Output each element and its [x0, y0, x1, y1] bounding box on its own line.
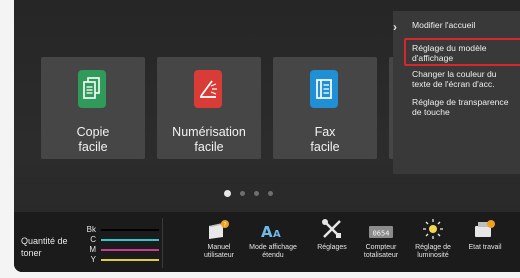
svg-text:?: ?	[223, 222, 226, 229]
bottom-item-label: Compteur totalisateur	[363, 244, 399, 259]
svg-text:0654: 0654	[373, 230, 390, 238]
chevron-right-icon[interactable]: ›	[393, 20, 397, 34]
toner-name: Bk	[86, 225, 96, 234]
toner-row-m: M	[84, 245, 159, 254]
menu-item-display-pattern[interactable]: Réglage du modèle d'affichage	[412, 43, 487, 63]
enlarged-display-button[interactable]: A A Mode affichage étendu	[246, 216, 300, 270]
svg-text:A: A	[273, 229, 281, 240]
toner-name: C	[90, 235, 96, 244]
brightness-icon	[406, 216, 460, 240]
toner-bar-c	[101, 238, 159, 241]
menu-item-key-transparency[interactable]: Réglage de transparence de touche	[412, 97, 509, 117]
settings-button[interactable]: Réglages	[305, 216, 359, 270]
tile-easy-fax[interactable]: Fax facile	[273, 57, 377, 159]
tile-label: Copie facile	[76, 125, 110, 154]
counter-icon: 0654	[354, 216, 408, 240]
toner-quantity-label: Quantité de toner	[21, 236, 68, 258]
svg-text:A: A	[261, 223, 273, 240]
page-dot-2[interactable]	[240, 191, 245, 196]
enlarged-text-icon: A A	[246, 216, 300, 240]
page-dot-4[interactable]	[268, 191, 273, 196]
toner-row-bk: Bk	[84, 225, 159, 234]
bottom-item-label: Réglage de luminosité	[415, 244, 451, 259]
page-dot-3[interactable]	[254, 191, 259, 196]
bottom-item-label: Etat travail	[468, 244, 502, 251]
home-screen: Copie facile Numérisation facile Fax fac…	[14, 0, 520, 272]
toner-bar-m	[101, 248, 159, 251]
total-counter-button[interactable]: 0654 Compteur totalisateur	[354, 216, 408, 270]
page-indicator	[224, 190, 273, 197]
scan-icon	[194, 70, 222, 108]
home-settings-panel: › Modifier l'accueil Réglage du modèle d…	[393, 11, 520, 174]
toner-bar-y	[101, 258, 159, 261]
page-dot-1[interactable]	[224, 190, 231, 197]
divider	[162, 218, 163, 268]
bottom-bar: Quantité de toner Bk C M Y ? Manuel util…	[14, 212, 520, 272]
toner-bar-bk	[101, 228, 159, 231]
menu-item-text-color[interactable]: Changer la couleur du texte de l'écran d…	[412, 69, 497, 89]
toner-row-y: Y	[84, 255, 159, 264]
bottom-item-label: Réglages	[317, 244, 347, 251]
job-status-button[interactable]: Etat travail	[458, 216, 512, 270]
tile-easy-scan[interactable]: Numérisation facile	[157, 57, 261, 159]
bottom-item-label: Mode affichage étendu	[249, 244, 297, 259]
tile-label: Fax facile	[310, 125, 340, 154]
toner-row-c: C	[84, 235, 159, 244]
bottom-item-label: Manuel utilisateur	[204, 244, 234, 259]
menu-item-edit-home[interactable]: Modifier l'accueil	[412, 20, 475, 30]
toner-name: M	[89, 245, 96, 254]
brightness-button[interactable]: Réglage de luminosité	[406, 216, 460, 270]
tile-easy-copy[interactable]: Copie facile	[41, 57, 145, 159]
settings-icon	[305, 216, 359, 240]
toner-name: Y	[90, 255, 96, 264]
fax-icon	[310, 70, 338, 108]
job-status-icon	[458, 216, 512, 240]
user-manual-button[interactable]: ? Manuel utilisateur	[192, 216, 246, 270]
manual-icon: ?	[192, 216, 246, 240]
tile-label: Numérisation facile	[172, 125, 246, 154]
copy-icon	[78, 70, 106, 108]
